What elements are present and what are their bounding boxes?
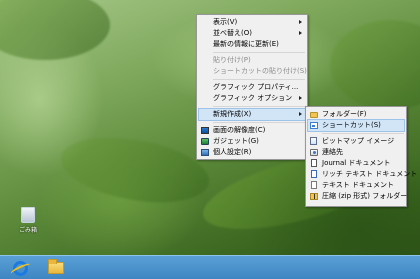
menu-item-label: Journal ドキュメント: [322, 159, 391, 167]
menu-item-refresh[interactable]: 最新の情報に更新(E): [199, 39, 305, 50]
menu-item-graphics-options[interactable]: グラフィック オプション: [199, 93, 305, 104]
desktop-context-menu: 表示(V) 並べ替え(O) 最新の情報に更新(E) 貼り付け(P) ショートカッ…: [196, 14, 308, 160]
shortcut-icon: [310, 122, 318, 129]
rtf-icon: [311, 170, 317, 178]
menu-separator: [322, 133, 404, 134]
submenu-arrow-icon: [299, 96, 302, 100]
menu-item-sort[interactable]: 並べ替え(O): [199, 28, 305, 39]
menu-item-label: 最新の情報に更新(E): [213, 40, 279, 48]
taskbar-internet-explorer-button[interactable]: [8, 258, 32, 278]
submenu-item-shortcut[interactable]: ショートカット(S): [307, 119, 405, 132]
menu-item-paste[interactable]: 貼り付け(P): [199, 55, 305, 66]
menu-item-label: ショートカットの貼り付け(S): [213, 67, 307, 75]
wallpaper-leaf: [0, 0, 110, 60]
recycle-bin-icon: [21, 207, 35, 223]
menu-item-new[interactable]: 新規作成(X): [198, 108, 306, 121]
wallpaper-leaf: [330, 20, 420, 110]
submenu-item-zip-folder[interactable]: 圧縮 (zip 形式) フォルダー: [308, 191, 408, 202]
menu-item-label: ガジェット(G): [213, 137, 259, 145]
submenu-item-folder[interactable]: フォルダー(F): [308, 109, 404, 120]
menu-separator: [213, 122, 305, 123]
menu-item-label: 個人設定(R): [213, 148, 252, 156]
submenu-item-bitmap[interactable]: ビットマップ イメージ: [308, 136, 404, 147]
submenu-item-text[interactable]: テキスト ドキュメント: [308, 180, 404, 191]
menu-item-personalize[interactable]: 個人設定(R): [199, 147, 305, 158]
menu-item-label: テキスト ドキュメント: [322, 181, 395, 189]
menu-item-label: 表示(V): [213, 18, 238, 26]
bitmap-icon: [310, 137, 317, 145]
menu-item-label: フォルダー(F): [322, 110, 367, 118]
file-explorer-icon: [48, 259, 64, 274]
menu-separator: [213, 106, 305, 107]
gadget-icon: [201, 138, 209, 145]
menu-item-label: リッチ テキスト ドキュメント: [322, 170, 418, 178]
menu-item-label: ビットマップ イメージ: [322, 137, 395, 145]
contact-icon: [310, 149, 318, 156]
text-file-icon: [311, 181, 317, 189]
submenu-item-journal[interactable]: Journal ドキュメント: [308, 158, 404, 169]
menu-item-label: 並べ替え(O): [213, 29, 252, 37]
display-icon: [201, 127, 209, 134]
taskbar-file-explorer-button[interactable]: [44, 258, 68, 278]
wallpaper-leaf: [55, 127, 215, 213]
submenu-arrow-icon: [299, 20, 302, 24]
menu-item-label: グラフィック プロパティ...: [213, 83, 299, 91]
menu-item-label: 新規作成(X): [213, 110, 252, 118]
menu-item-screen-resolution[interactable]: 画面の解像度(C): [199, 125, 305, 136]
taskbar: [0, 255, 420, 279]
personalize-icon: [201, 149, 209, 156]
new-submenu: フォルダー(F) ショートカット(S) ビットマップ イメージ 連絡先 Jour…: [305, 106, 417, 207]
menu-item-label: 圧縮 (zip 形式) フォルダー: [322, 192, 408, 200]
internet-explorer-icon: [12, 260, 28, 276]
menu-item-label: 画面の解像度(C): [213, 126, 266, 134]
folder-icon: [310, 112, 318, 118]
submenu-arrow-icon: [299, 31, 302, 35]
menu-item-graphics-properties[interactable]: グラフィック プロパティ...: [199, 82, 305, 93]
submenu-item-contact[interactable]: 連絡先: [308, 147, 404, 158]
recycle-bin-shortcut[interactable]: ごみ箱: [14, 207, 42, 234]
menu-item-label: 連絡先: [322, 148, 343, 156]
menu-item-gadgets[interactable]: ガジェット(G): [199, 136, 305, 147]
menu-item-label: 貼り付け(P): [213, 56, 251, 64]
menu-item-paste-shortcut[interactable]: ショートカットの貼り付け(S): [199, 66, 307, 77]
menu-item-label: ショートカット(S): [322, 121, 381, 129]
recycle-bin-label: ごみ箱: [18, 227, 37, 234]
menu-separator: [213, 79, 305, 80]
submenu-arrow-icon: [299, 112, 302, 116]
zip-folder-icon: [310, 193, 318, 200]
submenu-item-rich-text[interactable]: リッチ テキスト ドキュメント: [308, 169, 417, 180]
menu-item-label: グラフィック オプション: [213, 94, 293, 102]
menu-separator: [213, 52, 305, 53]
journal-icon: [311, 159, 317, 167]
menu-item-view[interactable]: 表示(V): [199, 17, 305, 28]
